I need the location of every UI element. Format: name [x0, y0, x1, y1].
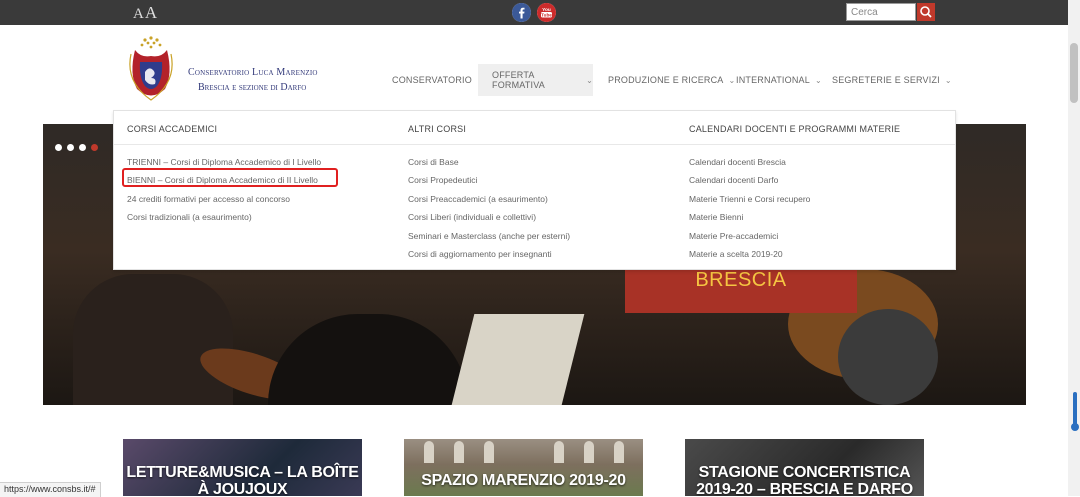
slider-dot[interactable]	[67, 144, 74, 151]
search-icon	[920, 6, 932, 18]
nav-item-international[interactable]: INTERNATIONAL ⌄	[736, 64, 822, 96]
menu-item-materie-bienni[interactable]: Materie Bienni	[689, 212, 743, 222]
menu-item-trienni[interactable]: TRIENNI – Corsi di Diploma Accademico di…	[127, 157, 321, 167]
nav-item-produzione-e-ricerca[interactable]: PRODUZIONE E RICERCA ⌄	[608, 64, 735, 96]
nav-label: PRODUZIONE E RICERCA	[608, 75, 724, 85]
card-photo-shape	[584, 441, 594, 463]
brand-name[interactable]: Conservatorio Luca Marenzio	[188, 67, 318, 78]
youtube-icon[interactable]: You Tube	[537, 3, 556, 22]
menu-item-calendari-darfo[interactable]: Calendari docenti Darfo	[689, 175, 778, 185]
card-title: SPAZIO MARENZIO 2019-20	[421, 472, 626, 489]
menu-item-materie-pre-accademici[interactable]: Materie Pre-accademici	[689, 231, 778, 241]
hero-photo-shape	[268, 314, 468, 405]
nav-item-segreterie-e-servizi[interactable]: SEGRETERIE E SERVIZI ⌄	[832, 64, 952, 96]
nav-label: OFFERTA FORMATIVA	[492, 70, 545, 90]
chevron-down-icon: ⌄	[814, 75, 822, 85]
font-size-control[interactable]: AA	[133, 3, 158, 23]
nav-label: INTERNATIONAL	[736, 75, 810, 85]
svg-text:Tube: Tube	[541, 12, 552, 17]
news-card-spazio-marenzio[interactable]: SPAZIO MARENZIO 2019-20	[404, 439, 643, 496]
slider-dot[interactable]	[79, 144, 86, 151]
facebook-icon[interactable]	[512, 3, 531, 22]
menu-item-materie-trienni[interactable]: Materie Trienni e Corsi recupero	[689, 194, 810, 204]
menu-item-corsi-tradizionali[interactable]: Corsi tradizionali (a esaurimento)	[127, 212, 252, 222]
menu-item-corsi-propedeutici[interactable]: Corsi Propedeutici	[408, 175, 477, 185]
menu-item-corsi-di-base[interactable]: Corsi di Base	[408, 157, 459, 167]
news-card-stagione-concertistica[interactable]: STAGIONE CONCERTISTICA 2019-20 – BRESCIA…	[685, 439, 924, 496]
hero-photo-shape	[451, 314, 585, 405]
card-title: LETTURE&MUSICA – LA BOÎTE À JOUJOUX	[126, 464, 359, 496]
card-photo-shape	[484, 441, 494, 463]
hero-photo-shape	[73, 274, 233, 405]
menu-item-corsi-aggiornamento[interactable]: Corsi di aggiornamento per insegnanti	[408, 249, 552, 259]
column-heading-calendari: CALENDARI DOCENTI E PROGRAMMI MATERIE	[689, 124, 901, 134]
card-photo-shape	[454, 441, 464, 463]
zoom-slider-handle[interactable]	[1073, 392, 1077, 426]
card-photo-shape	[554, 441, 564, 463]
nav-item-offerta-formativa[interactable]: OFFERTA FORMATIVA ⌄	[478, 64, 593, 96]
nav-item-conservatorio[interactable]: CONSERVATORIO⌄	[392, 64, 484, 96]
font-size-large-button[interactable]: A	[145, 3, 158, 22]
slider-dot[interactable]	[55, 144, 62, 151]
offerta-formativa-dropdown: CORSI ACCADEMICI ALTRI CORSI CALENDARI D…	[113, 110, 956, 270]
search-button[interactable]	[917, 3, 935, 21]
card-photo-shape	[614, 441, 624, 463]
menu-item-seminari-masterclass[interactable]: Seminari e Masterclass (anche per estern…	[408, 231, 570, 241]
card-photo-shape	[424, 441, 434, 463]
chevron-down-icon: ⌄	[586, 75, 593, 85]
menu-item-calendari-brescia[interactable]: Calendari docenti Brescia	[689, 157, 786, 167]
menu-item-corsi-preaccademici[interactable]: Corsi Preaccademici (a esaurimento)	[408, 194, 548, 204]
column-heading-altri-corsi: ALTRI CORSI	[408, 124, 467, 134]
menu-item-materie-a-scelta[interactable]: Materie a scelta 2019-20	[689, 249, 783, 259]
news-card-letture-musica[interactable]: LETTURE&MUSICA – LA BOÎTE À JOUJOUX	[123, 439, 362, 496]
search-input[interactable]	[846, 3, 916, 21]
nav-label: CONSERVATORIO	[392, 75, 472, 85]
font-size-small-button[interactable]: A	[133, 6, 145, 22]
hero-caption: BRESCIA	[695, 269, 787, 291]
brand-subtitle[interactable]: Brescia e sezione di Darfo	[198, 82, 306, 93]
menu-item-corsi-liberi[interactable]: Corsi Liberi (individuali e collettivi)	[408, 212, 536, 222]
conservatorio-logo[interactable]	[123, 34, 183, 106]
status-bar-url: https://www.consbs.it/#	[0, 482, 101, 497]
nav-label: SEGRETERIE E SERVIZI	[832, 75, 940, 85]
slider-dots	[55, 144, 98, 151]
chevron-down-icon: ⌄	[944, 75, 952, 85]
menu-item-24-crediti[interactable]: 24 crediti formativi per accesso al conc…	[127, 194, 290, 204]
scrollbar-thumb[interactable]	[1070, 43, 1078, 103]
top-bar: AA You Tube	[0, 0, 1068, 25]
column-heading-corsi-accademici: CORSI ACCADEMICI	[127, 124, 218, 134]
hero-photo-shape	[838, 309, 938, 405]
divider	[114, 144, 955, 145]
highlight-box	[122, 168, 338, 187]
chevron-down-icon: ⌄	[728, 75, 736, 85]
slider-dot-active[interactable]	[91, 144, 98, 151]
card-title: STAGIONE CONCERTISTICA 2019-20 – BRESCIA…	[696, 464, 913, 496]
zoom-slider-knob[interactable]	[1071, 423, 1079, 431]
